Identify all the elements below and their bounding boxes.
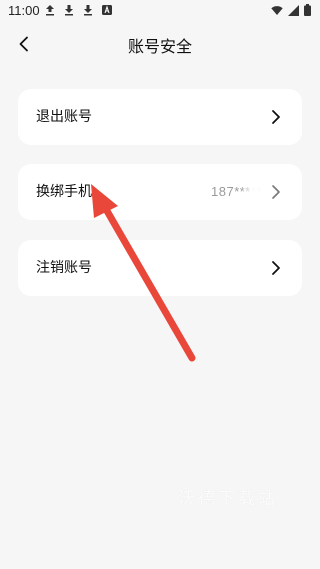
item-label: 退出账号 [36,109,92,125]
app-a-icon [102,5,112,15]
status-system-icons [271,4,311,16]
chevron-right-icon [266,182,286,202]
battery-icon [304,4,311,16]
phone-number-blur [241,178,269,206]
signal-icon [288,4,299,16]
download-icon [83,4,93,16]
back-arrow-icon [18,36,30,56]
download-icon [64,4,74,16]
chevron-right-icon [266,107,286,127]
chevron-right-icon [266,258,286,278]
status-notification-icons [45,4,112,16]
watermark: 沃德下载站 [178,489,278,509]
nav-header: 账号安全 [0,22,320,72]
logout-account-item[interactable]: 退出账号 [18,89,302,145]
item-label: 换绑手机 [36,184,92,200]
page-title: 账号安全 [127,37,192,56]
upload-icon [45,4,55,16]
delete-account-item[interactable]: 注销账号 [18,240,302,296]
screen: 11:00 账号安全 退出账号 换绑手机 187***** 注销账号 沃德下载站 [0,0,320,569]
back-button[interactable] [12,34,36,58]
wifi-icon [271,5,283,16]
item-label: 注销账号 [36,260,92,276]
status-bar: 11:00 [0,0,320,22]
status-time: 11:00 [8,3,40,18]
change-phone-item[interactable]: 换绑手机 187***** [18,164,302,220]
